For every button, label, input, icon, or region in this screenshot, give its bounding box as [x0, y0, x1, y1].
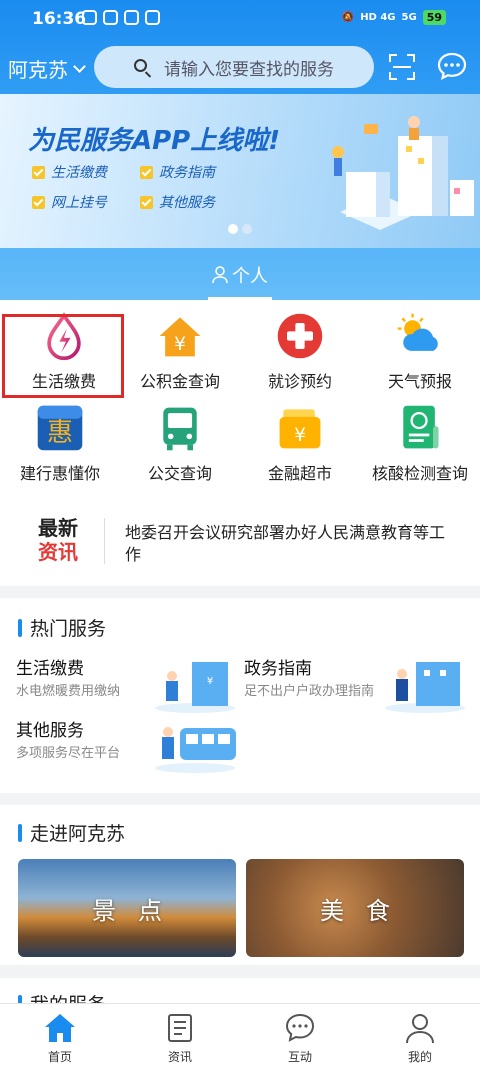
banner-title: 为民服务APP上线啦! [28, 126, 281, 156]
check-icon [140, 195, 153, 209]
city-selector[interactable]: 阿克苏 [8, 54, 86, 83]
check-icon [32, 195, 45, 209]
tab-personal[interactable]: 个人 [0, 250, 480, 300]
service-finance-market[interactable]: ¥ 金融超市 [240, 392, 360, 484]
news-icon [168, 1014, 192, 1042]
status-time: 16:36 [32, 9, 87, 29]
nav-profile[interactable]: 我的 [360, 1004, 480, 1070]
network-5g-label: 5G [401, 12, 417, 23]
check-icon [140, 165, 153, 179]
profile-icon [406, 1014, 434, 1044]
bus-illustration [155, 727, 236, 773]
svg-text:¥: ¥ [294, 425, 306, 446]
check-icon [32, 165, 45, 179]
status-indicators: 🔕 HD 4G 5G 59 [342, 10, 446, 25]
wallet-icon: ¥ [279, 409, 321, 449]
city-name: 阿克苏 [8, 58, 68, 82]
network-4g-label: HD 4G [360, 12, 396, 23]
payment-illustration: ¥ [155, 662, 235, 713]
service-ccb-hui[interactable]: 惠 建行惠懂你 [0, 392, 120, 484]
mute-icon: 🔕 [341, 12, 355, 23]
scan-icon[interactable] [389, 54, 415, 80]
section-title-explore: 走进阿克苏 [18, 819, 125, 846]
user-icon [212, 266, 228, 284]
promo-banner[interactable]: 为民服务APP上线啦! 生活缴费 政务指南 网上挂号 其他服务 [0, 94, 480, 248]
nav-news[interactable]: 资讯 [120, 1004, 240, 1070]
banner-feature: 其他服务 [140, 192, 248, 212]
search-icon [134, 59, 147, 72]
carousel-indicator [228, 224, 252, 234]
news-ticker[interactable]: 最新 资讯 地委召开会议研究部署办好人民满意教育等工作 [0, 500, 480, 586]
section-title-hot: 热门服务 [18, 614, 106, 641]
chat-icon [285, 1013, 315, 1042]
medical-cross-icon [277, 313, 323, 359]
service-nucleic-test[interactable]: 核酸检测查询 [360, 392, 480, 484]
message-icon[interactable] [437, 52, 467, 80]
banner-feature-list: 生活缴费 政务指南 网上挂号 其他服务 [32, 162, 248, 212]
hot-service-other[interactable]: 其他服务 多项服务尽在平台 [16, 716, 156, 762]
app-header: 阿克苏 请输入您要查找的服务 [0, 44, 480, 92]
hot-service-gov-guide[interactable]: 政务指南 足不出户户政办理指南 [244, 654, 384, 700]
hot-services-section: 热门服务 生活缴费 水电燃暖费用缴纳 ¥ 政务指南 足不出户户政办理指南 其他服… [0, 598, 480, 793]
news-headline[interactable]: 地委召开会议研究部署办好人民满意教育等工作 [125, 522, 455, 566]
scenic-spots-card[interactable]: 景点 [18, 859, 236, 957]
highlight-box [2, 314, 124, 398]
house-yuan-icon: ¥ [159, 317, 201, 357]
search-bar[interactable]: 请输入您要查找的服务 [94, 46, 374, 88]
divider [104, 518, 105, 564]
hot-service-life-payment[interactable]: 生活缴费 水电燃暖费用缴纳 [16, 654, 156, 700]
tab-personal-label: 个人 [232, 266, 268, 287]
banner-feature: 生活缴费 [32, 162, 140, 182]
notification-icons [82, 10, 160, 25]
svg-text:惠: 惠 [47, 418, 73, 448]
service-housing-fund[interactable]: ¥ 公积金查询 [120, 300, 240, 392]
food-card[interactable]: 美食 [246, 859, 464, 957]
government-illustration [385, 662, 465, 713]
bottom-navigation: 首页 资讯 互动 我的 [0, 1003, 480, 1070]
test-report-icon [403, 405, 439, 449]
banner-feature: 政务指南 [140, 162, 248, 182]
nav-home[interactable]: 首页 [0, 1004, 120, 1070]
chevron-down-icon [73, 59, 86, 73]
sun-cloud-icon [397, 313, 438, 351]
home-icon [45, 1014, 75, 1042]
news-tag: 最新 资讯 [38, 516, 78, 564]
service-bus-query[interactable]: 公交查询 [120, 392, 240, 484]
battery-level: 59 [422, 10, 446, 25]
bus-icon [163, 407, 197, 451]
status-bar: 16:36 🔕 HD 4G 5G 59 [0, 0, 480, 38]
svg-text:¥: ¥ [174, 334, 186, 355]
hui-icon: 惠 [37, 405, 83, 451]
service-clinic-booking[interactable]: 就诊预约 [240, 300, 360, 392]
city-illustration [332, 116, 474, 230]
search-placeholder: 请输入您要查找的服务 [164, 59, 334, 80]
nav-interact[interactable]: 互动 [240, 1004, 360, 1070]
explore-section: 走进阿克苏 景点 美食 [0, 805, 480, 965]
service-weather[interactable]: 天气预报 [360, 300, 480, 392]
svg-text:¥: ¥ [207, 676, 213, 687]
banner-feature: 网上挂号 [32, 192, 140, 212]
